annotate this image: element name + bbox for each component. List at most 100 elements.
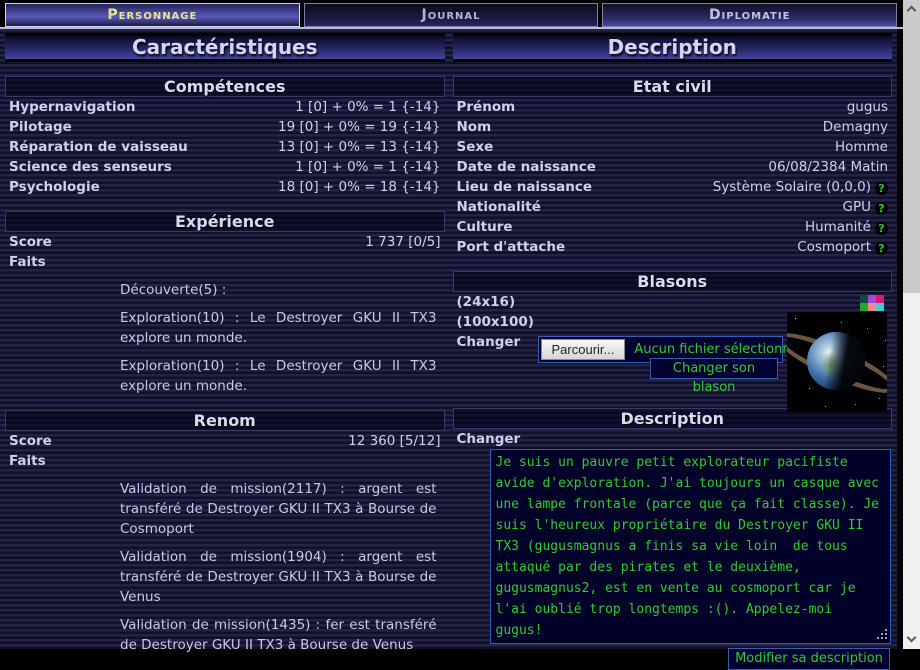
etat-civil-label: Date de naissance — [457, 157, 596, 177]
planet-shadow — [807, 332, 865, 390]
skills-list: Hypernavigation1 [0] + 0% = 1 {-14}Pilot… — [5, 97, 445, 197]
experience-facts: Découverte(5) : Exploration(10) : Le Dest… — [120, 280, 437, 396]
blason-planet-image — [787, 312, 887, 412]
scroll-down-icon — [907, 633, 917, 643]
tab-bar: Personnage Journal Diplomatie — [0, 3, 903, 29]
etat-civil-value: GPU? — [843, 197, 888, 217]
skill-row: Pilotage 19 [0] + 0% = 19 {-14} — [5, 117, 445, 137]
renom-faits-label: Faits — [5, 451, 445, 471]
fact-item: Validation de mission(1435) : fer est tr… — [120, 615, 437, 655]
etat-civil-label: Prénom — [457, 97, 516, 117]
skill-name: Hypernavigation — [9, 97, 135, 117]
tab-diplomatie[interactable]: Diplomatie — [602, 3, 897, 27]
skill-value: 18 [0] + 0% = 18 {-14} — [278, 177, 441, 197]
etat-civil-label: Nom — [457, 117, 492, 137]
etat-civil-row: Nationalité GPU? — [453, 197, 893, 217]
renom-facts: Validation de mission(2117) : argent est… — [120, 479, 437, 655]
etat-civil-row: Prénom gugus — [453, 97, 893, 117]
blason-size-small-label: (24x16) — [453, 292, 893, 312]
skill-value: 13 [0] + 0% = 13 {-14} — [278, 137, 441, 157]
etat-civil-label: Sexe — [457, 137, 494, 157]
etat-civil-row: Culture Humanité? — [453, 217, 893, 237]
etat-civil-row: Sexe Homme — [453, 137, 893, 157]
main-content: Caractéristiques Compétences Hypernaviga… — [0, 29, 903, 649]
skill-row: Psychologie 18 [0] + 0% = 18 {-14} — [5, 177, 445, 197]
browse-button[interactable]: Parcourir... — [541, 339, 626, 360]
mini-blason-image — [860, 295, 884, 311]
section-header-experience: Expérience — [5, 211, 445, 232]
help-icon[interactable]: ? — [875, 242, 888, 255]
renom-score-value: 12 360 [5/12] — [348, 431, 440, 451]
skill-value: 1 [0] + 0% = 1 {-14} — [295, 157, 440, 177]
blasons-content: (24x16) (100x100) Changer Parcourir... A… — [453, 292, 893, 394]
skill-name: Science des senseurs — [9, 157, 172, 177]
section-header-renom: Renom — [5, 410, 445, 431]
renom-score-row: Score 12 360 [5/12] — [5, 431, 445, 451]
skill-value: 19 [0] + 0% = 19 {-14} — [278, 117, 441, 137]
tab-journal[interactable]: Journal — [304, 3, 599, 27]
scrollbar-thumb[interactable] — [903, 0, 920, 293]
skill-name: Réparation de vaisseau — [9, 137, 188, 157]
etat-civil-value: Homme — [835, 137, 888, 157]
change-blason-button[interactable]: Changer son blason — [650, 358, 778, 379]
mini-blason-cell — [860, 303, 868, 311]
mini-blason-cell — [868, 303, 876, 311]
score-label: Score — [9, 232, 52, 252]
skill-name: Psychologie — [9, 177, 100, 197]
etat-civil-row: Date de naissance 06/08/2384 Matin — [453, 157, 893, 177]
resize-handle-icon[interactable] — [885, 629, 887, 631]
etat-civil-label: Lieu de naissance — [457, 177, 593, 197]
etat-civil-row: Nom Demagny — [453, 117, 893, 137]
left-column-title: Caractéristiques — [5, 33, 445, 62]
section-header-blasons: Blasons — [453, 271, 893, 292]
fact-item: Validation de mission(2117) : argent est… — [120, 479, 437, 539]
mini-blason-cell — [876, 303, 884, 311]
help-icon[interactable]: ? — [875, 202, 888, 215]
etat-civil-label: Port d'attache — [457, 237, 566, 257]
etat-civil-value: gugus — [847, 97, 888, 117]
etat-civil-value: Humanité? — [805, 217, 888, 237]
skill-row: Réparation de vaisseau 13 [0] + 0% = 13 {… — [5, 137, 445, 157]
mini-blason-cell — [876, 295, 884, 303]
etat-civil-value: Demagny — [823, 117, 888, 137]
etat-civil-label: Culture — [457, 217, 513, 237]
help-icon[interactable]: ? — [875, 182, 888, 195]
help-icon[interactable]: ? — [875, 222, 888, 235]
etat-civil-list: PrénomgugusNomDemagnySexeHommeDate de na… — [453, 97, 893, 257]
right-column-title: Description — [453, 33, 893, 62]
starfield — [795, 318, 796, 319]
section-header-competences: Compétences — [5, 76, 445, 97]
tab-personnage[interactable]: Personnage — [5, 3, 300, 27]
skill-value: 1 [0] + 0% = 1 {-14} — [295, 97, 440, 117]
experience-score-row: Score 1 737 [0/5] — [5, 232, 445, 252]
experience-score-value: 1 737 [0/5] — [365, 232, 440, 252]
no-file-selected-text: Aucun fichier sélectionné. — [634, 342, 802, 357]
scroll-down-button[interactable] — [903, 631, 920, 649]
vertical-scrollbar[interactable] — [903, 0, 920, 649]
etat-civil-value: Système Solaire (0,0,0)? — [713, 177, 888, 197]
fact-item: Exploration(10) : Le Destroyer GKU II TX… — [120, 356, 437, 396]
skill-name: Pilotage — [9, 117, 72, 137]
etat-civil-value: 06/08/2384 Matin — [768, 157, 888, 177]
skill-row: Hypernavigation 1 [0] + 0% = 1 {-14} — [5, 97, 445, 117]
etat-civil-row: Lieu de naissance Système Solaire (0,0,0)… — [453, 177, 893, 197]
left-column: Caractéristiques Compétences Hypernaviga… — [5, 29, 445, 649]
mini-blason-cell — [868, 295, 876, 303]
etat-civil-row: Port d'attache Cosmoport? — [453, 237, 893, 257]
score-label: Score — [9, 431, 52, 451]
game-page: Personnage Journal Diplomatie Caractéris… — [0, 0, 920, 649]
modify-description-button[interactable]: Modifier sa description — [728, 648, 890, 670]
fact-item: Découverte(5) : — [120, 280, 437, 300]
description-changer-label: Changer — [453, 429, 893, 449]
etat-civil-value: Cosmoport? — [797, 237, 888, 257]
right-column: Description Etat civil Prénom gugus Nom Dem… — [453, 29, 893, 649]
experience-faits-label: Faits — [5, 252, 445, 272]
scroll-up-icon[interactable] — [907, 6, 917, 16]
section-header-etat-civil: Etat civil — [453, 76, 893, 97]
fact-item: Exploration(10) : Le Destroyer GKU II TX… — [120, 308, 437, 348]
description-editor: Je suis un pauvre petit explorateur paci… — [490, 449, 891, 644]
skill-row: Science des senseurs 1 [0] + 0% = 1 {-14} — [5, 157, 445, 177]
fact-item: Validation de mission(1904) : argent est… — [120, 547, 437, 607]
etat-civil-label: Nationalité — [457, 197, 541, 217]
description-textarea[interactable]: Je suis un pauvre petit explorateur paci… — [490, 449, 891, 644]
